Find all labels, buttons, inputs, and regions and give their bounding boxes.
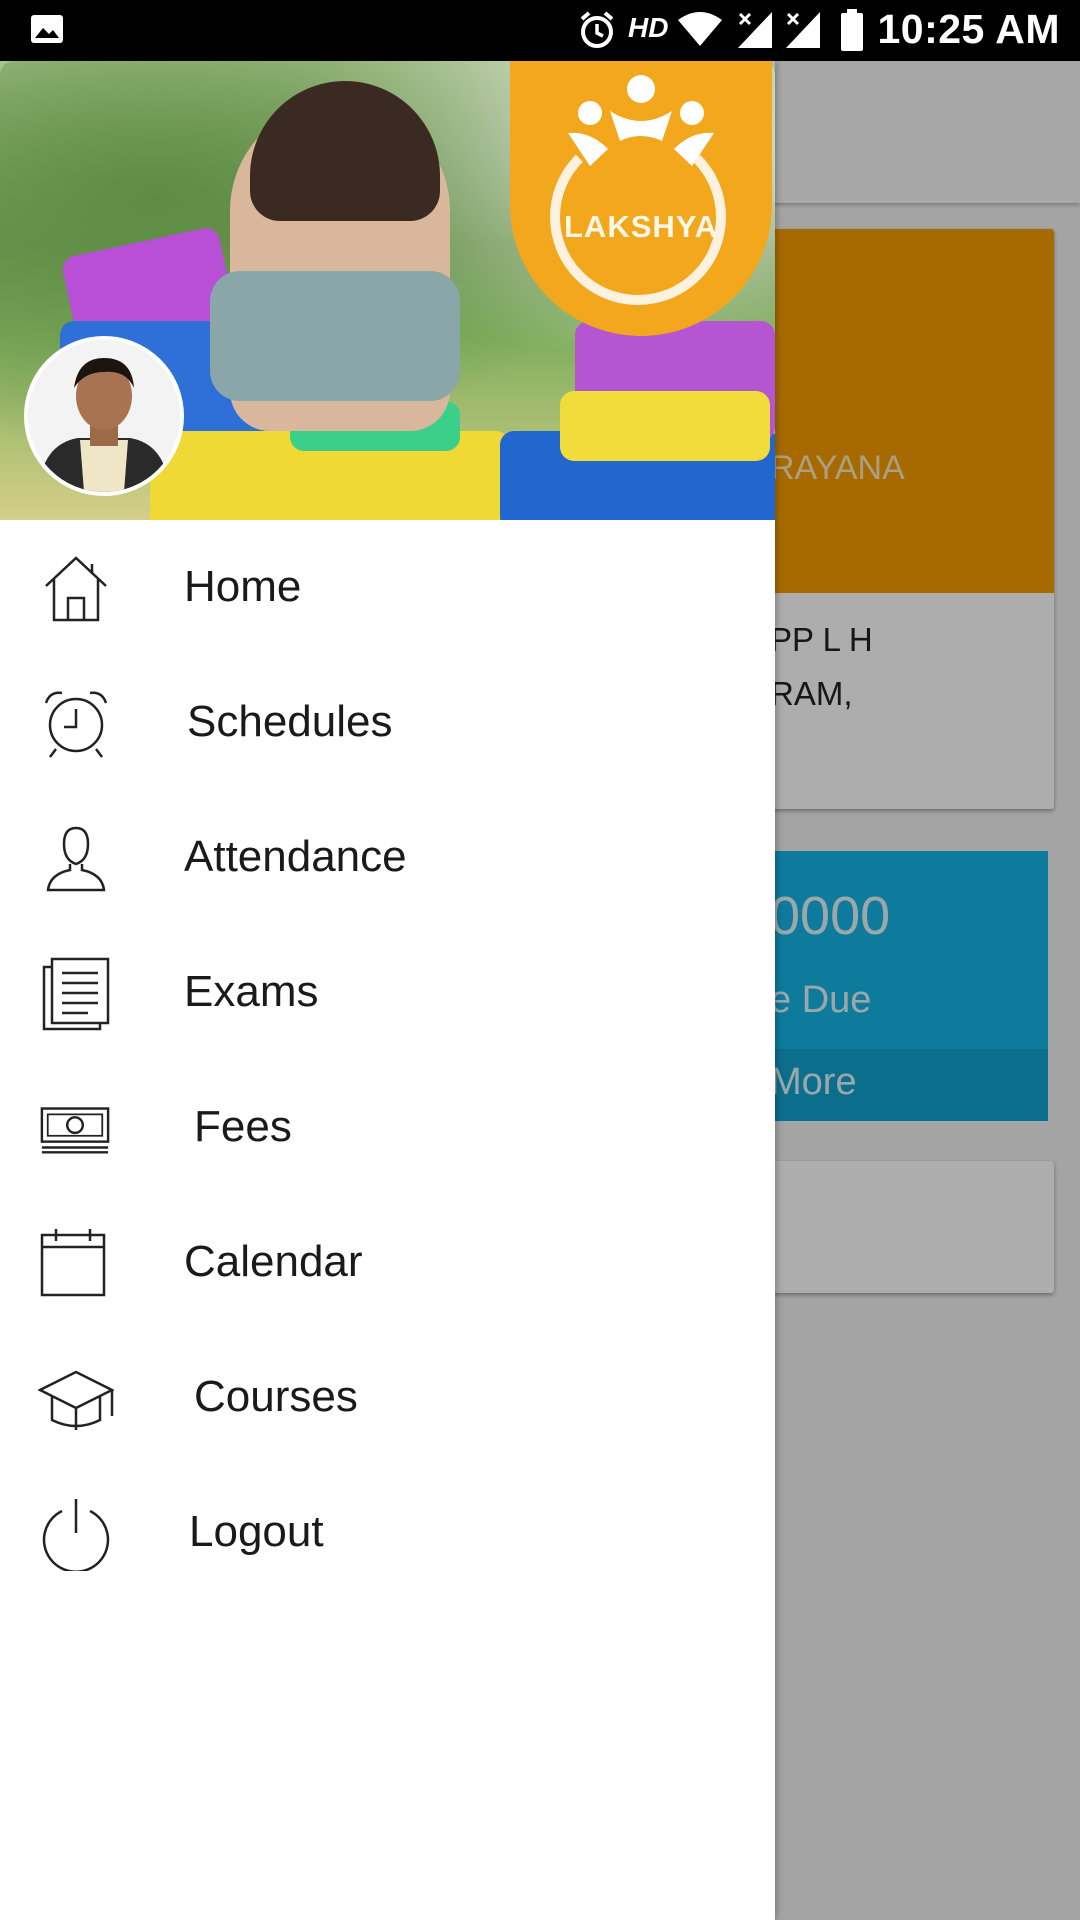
signal-icon [786, 12, 820, 48]
drawer-header: LAKSHYA [0, 61, 775, 520]
alarm-clock-icon [44, 691, 108, 758]
menu-item-attendance[interactable]: Attendance [0, 790, 775, 925]
menu-item-label: Attendance [184, 832, 407, 881]
status-bar: HD 10:25 AM [0, 0, 1080, 61]
menu-item-logout[interactable]: Logout [0, 1465, 775, 1600]
calendar-icon [40, 1229, 106, 1297]
person-icon [46, 826, 106, 892]
menu-item-exams[interactable]: Exams [0, 925, 775, 1060]
status-time: 10:25 AM [877, 6, 1060, 52]
image-icon [31, 15, 63, 43]
money-icon [40, 1107, 110, 1154]
menu-item-label: Schedules [187, 697, 393, 746]
student-photo [28, 340, 180, 492]
navigation-drawer: LAKSHYA Home Schedules Attendance Exams … [0, 61, 775, 1920]
menu-item-calendar[interactable]: Calendar [0, 1195, 775, 1330]
drawer-menu: Home Schedules Attendance Exams Fees Cal… [0, 520, 775, 1600]
menu-item-label: Calendar [184, 1237, 363, 1286]
menu-item-label: Exams [184, 967, 319, 1016]
menu-item-label: Home [184, 562, 302, 611]
logo-text: LAKSHYA [564, 209, 718, 244]
menu-item-schedules[interactable]: Schedules [0, 655, 775, 790]
menu-item-label: Fees [194, 1102, 292, 1151]
menu-item-label: Courses [194, 1372, 358, 1421]
graduation-cap-icon [38, 1370, 114, 1430]
lakshya-logo: LAKSHYA [510, 61, 772, 336]
menu-item-home[interactable]: Home [0, 520, 775, 655]
alarm-icon [580, 11, 614, 48]
menu-item-fees[interactable]: Fees [0, 1060, 775, 1195]
signal-icon [738, 12, 772, 48]
power-icon [42, 1499, 110, 1571]
home-icon [45, 556, 107, 622]
battery-icon [841, 9, 863, 51]
hd-indicator: HD [628, 12, 669, 43]
avatar[interactable] [24, 336, 184, 496]
menu-item-label: Logout [189, 1507, 324, 1556]
wifi-icon [678, 12, 722, 46]
menu-item-courses[interactable]: Courses [0, 1330, 775, 1465]
document-icon [42, 957, 110, 1031]
